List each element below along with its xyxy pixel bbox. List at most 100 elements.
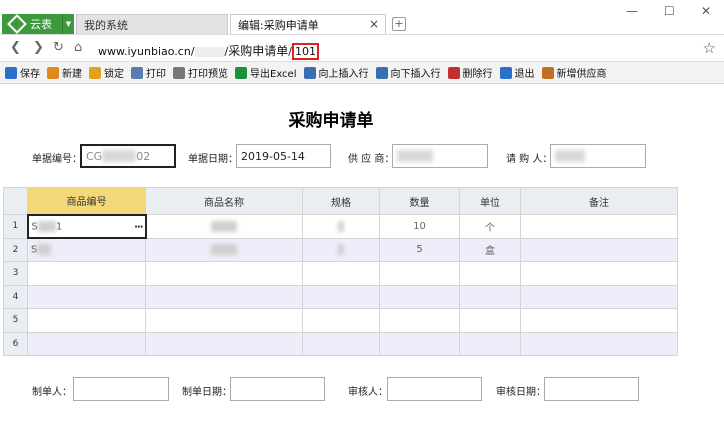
cell-product-code[interactable] [27, 284, 146, 309]
cell-spec[interactable] [302, 331, 380, 356]
row-number[interactable]: 4 [3, 284, 28, 309]
table-row: 2S 5盒 [3, 237, 678, 262]
row-number[interactable]: 6 [3, 331, 28, 356]
cell-spec[interactable] [302, 308, 380, 333]
cell-quantity[interactable] [379, 261, 460, 286]
bookmark-star-icon[interactable]: ☆ [703, 39, 716, 57]
toolbar-button-print-preview[interactable]: 打印预览 [173, 65, 228, 80]
row-number[interactable]: 2 [3, 237, 28, 262]
col-header-remark[interactable]: 备注 [520, 187, 678, 215]
cell-spec[interactable] [302, 237, 380, 262]
requester-field[interactable] [550, 144, 646, 168]
make-date-field[interactable] [230, 377, 325, 401]
new-tab-button[interactable]: + [392, 17, 406, 31]
requester-redacted [555, 150, 585, 162]
toolbar-button-save[interactable]: 保存 [5, 65, 40, 80]
review-date-label: 审核日期： [496, 387, 546, 398]
col-header-product-code[interactable]: 商品编号 [27, 187, 146, 215]
cell-remark[interactable] [520, 214, 678, 239]
toolbar-button-insert-below[interactable]: 向下插入行 [375, 65, 441, 80]
detail-grid: 商品编号 商品名称 规格 数量 单位 备注 1 S 1 ··· 10 个 2 S 5 盒 3 4 5 6 [3, 187, 678, 356]
table-row: 5 [3, 308, 678, 333]
chevron-down-icon[interactable]: ▼ [62, 14, 74, 34]
cell-quantity[interactable]: 5 [379, 237, 460, 262]
cell-product-name[interactable] [145, 261, 303, 286]
cell-spec[interactable] [302, 214, 380, 239]
cell-remark[interactable] [520, 237, 678, 262]
cell-unit[interactable] [459, 308, 521, 333]
col-header-product-name[interactable]: 商品名称 [145, 187, 303, 215]
maximize-icon[interactable]: ☐ [664, 4, 675, 18]
maker-field[interactable] [73, 377, 169, 401]
home-icon[interactable]: ⌂ [74, 40, 82, 55]
col-header-quantity[interactable]: 数量 [379, 187, 460, 215]
cell-quantity[interactable] [379, 331, 460, 356]
doc-no-label: 单据编号： [32, 154, 82, 165]
cell-unit[interactable] [459, 284, 521, 309]
product-code-redacted [37, 244, 52, 256]
cell-product-code[interactable]: S [27, 237, 146, 262]
minimize-icon[interactable]: — [626, 4, 638, 18]
toolbar-button-print[interactable]: 打印 [131, 65, 166, 80]
toolbar-button-delete-row[interactable]: 删除行 [447, 65, 493, 80]
lock-icon [89, 66, 101, 79]
app-menu-button[interactable]: 云表 ▼ [2, 14, 74, 34]
cell-unit[interactable] [459, 331, 521, 356]
toolbar-button-lock[interactable]: 锁定 [89, 65, 124, 80]
requester-label: 请 购 人： [506, 154, 553, 165]
row-number[interactable]: 5 [3, 308, 28, 333]
cell-remark[interactable] [520, 308, 678, 333]
product-name-redacted [211, 244, 237, 255]
refresh-icon[interactable]: ↻ [53, 40, 64, 55]
cell-quantity[interactable] [379, 284, 460, 309]
doc-no-field[interactable]: CG 02 [80, 144, 176, 168]
cell-product-name[interactable] [145, 284, 303, 309]
page-title: 采购申请单 [288, 111, 374, 131]
cell-unit[interactable]: 盒 [459, 237, 521, 262]
close-tab-icon[interactable]: × [369, 17, 379, 31]
cell-spec[interactable] [302, 284, 380, 309]
tab-edit-purchase-request[interactable]: 编辑:采购申请单 × [230, 14, 386, 34]
cell-product-name[interactable] [145, 308, 303, 333]
cell-spec[interactable] [302, 261, 380, 286]
url-field[interactable]: www.iyunbiao.cn//采购申请单/101 [98, 42, 319, 60]
cell-product-code[interactable]: S 1 ··· [26, 213, 147, 239]
tab-my-system[interactable]: 我的系统 [76, 14, 228, 34]
make-date-label: 制单日期： [182, 387, 232, 398]
cell-product-name[interactable] [145, 331, 303, 356]
back-icon[interactable]: ❮ [10, 40, 21, 55]
toolbar-button-excel[interactable]: 导出Excel [235, 65, 297, 80]
excel-icon [235, 66, 247, 79]
row-number[interactable]: 3 [3, 261, 28, 286]
product-name-redacted [211, 220, 238, 232]
cell-product-code[interactable] [27, 261, 146, 286]
cell-quantity[interactable] [379, 308, 460, 333]
close-window-icon[interactable]: ✕ [701, 4, 711, 18]
cell-product-name[interactable] [145, 237, 303, 262]
cell-product-name[interactable] [145, 214, 303, 239]
forward-icon[interactable]: ❯ [33, 40, 44, 55]
tab-label: 编辑:采购申请单 [238, 18, 319, 32]
toolbar-button-insert-above[interactable]: 向上插入行 [303, 65, 369, 80]
toolbar-button-new[interactable]: 新建 [47, 65, 82, 80]
cell-remark[interactable] [520, 261, 678, 286]
reviewer-label: 审核人： [348, 387, 388, 398]
lookup-button[interactable]: ··· [134, 222, 143, 233]
toolbar-button-exit[interactable]: 退出 [499, 65, 535, 80]
supplier-field[interactable] [392, 144, 488, 168]
reviewer-field[interactable] [387, 377, 482, 401]
review-date-field[interactable] [544, 377, 639, 401]
row-number[interactable]: 1 [3, 214, 28, 239]
cell-remark[interactable] [520, 284, 678, 309]
cell-remark[interactable] [520, 331, 678, 356]
cell-unit[interactable]: 个 [459, 214, 521, 239]
doc-date-field[interactable]: 2019-05-14 [236, 144, 331, 168]
cell-quantity[interactable]: 10 [379, 214, 460, 239]
col-header-unit[interactable]: 单位 [459, 187, 521, 215]
cell-unit[interactable] [459, 261, 521, 286]
cell-product-code[interactable] [27, 331, 146, 356]
cell-product-code[interactable] [27, 308, 146, 333]
col-header-spec[interactable]: 规格 [302, 187, 380, 215]
product-code-redacted [37, 220, 56, 232]
toolbar-button-add-supplier[interactable]: 新增供应商 [541, 65, 607, 80]
